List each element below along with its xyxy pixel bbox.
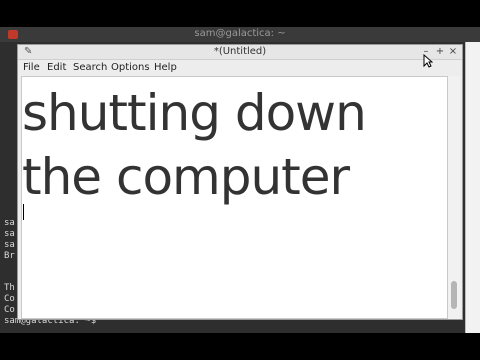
terminal-line: Th (4, 283, 15, 293)
background-window[interactable] (465, 42, 480, 333)
terminal-line: sa (4, 218, 15, 228)
close-button[interactable]: × (447, 45, 459, 59)
text-line: the computer (22, 148, 350, 206)
terminal-title: sam@galactica: ~ (194, 28, 286, 39)
menu-search[interactable]: Search (73, 60, 107, 75)
terminal-line: sa (4, 240, 15, 250)
maximize-button[interactable]: + (434, 45, 446, 59)
terminal-line: Co (4, 305, 15, 315)
menu-help[interactable]: Help (154, 60, 177, 75)
menu-options[interactable]: Options (111, 60, 150, 75)
vertical-scrollbar[interactable] (448, 76, 460, 319)
editor-titlebar[interactable]: ✎ *(Untitled) – + × (18, 45, 462, 60)
editor-window[interactable]: ✎ *(Untitled) – + × File Edit Search Opt… (17, 44, 463, 320)
menubar: File Edit Search Options Help (18, 60, 462, 75)
scrollbar-thumb[interactable] (451, 281, 457, 309)
terminal-titlebar[interactable]: sam@galactica: ~ (0, 27, 480, 42)
text-area[interactable]: shutting down the computer (21, 76, 448, 319)
terminal-line: Br (4, 251, 15, 261)
terminal-line: Co (4, 294, 15, 304)
menu-file[interactable]: File (23, 60, 40, 75)
editor-title: *(Untitled) (213, 46, 267, 57)
text-caret (23, 204, 24, 220)
menu-edit[interactable]: Edit (47, 60, 66, 75)
text-line: shutting down (22, 84, 367, 142)
terminal-line: sa (4, 229, 15, 239)
